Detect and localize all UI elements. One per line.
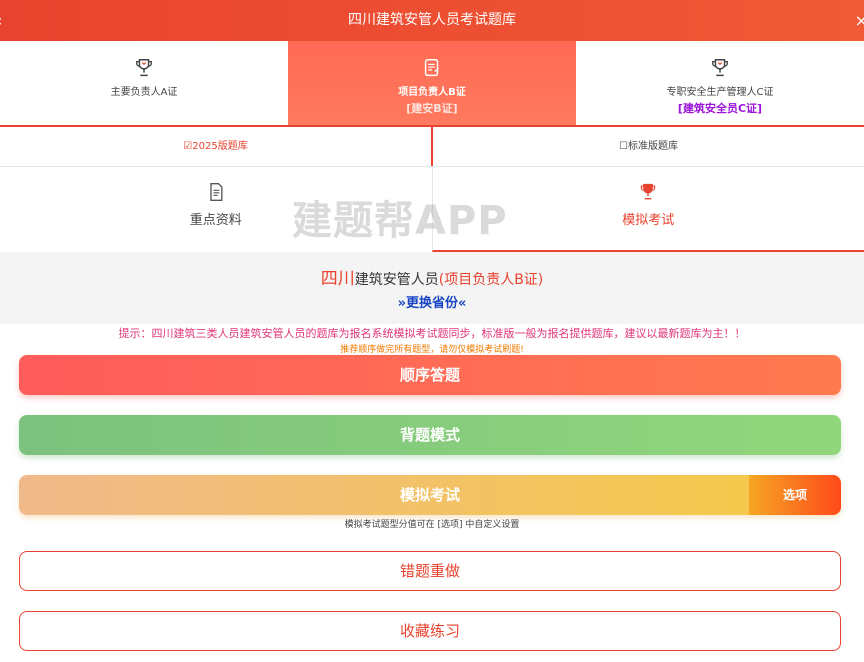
notice-text: 提示：四川建筑三类人员建筑安管人员的题库为报名系统模拟考试题同步，标准版一般为报…	[118, 327, 746, 340]
cert-name: 专职安全生产管理人C证	[666, 87, 774, 98]
app-header: ‹ 四川建筑安管人员考试题库 ×	[0, 0, 864, 41]
province-name: 四川	[320, 269, 355, 289]
document-icon	[210, 183, 223, 201]
trophy-icon	[136, 59, 152, 77]
tab-version-standard[interactable]: ☐标准版题库	[433, 127, 864, 166]
tab-cert-c[interactable]: 专职安全生产管理人C证 [建筑安全员C证]	[576, 41, 864, 125]
cert-tabs: 主要负责人A证 项目负责人B证 [建安B证] 专职安全生产管理人C证 [建筑安全…	[0, 41, 864, 127]
tab-cert-b[interactable]: 项目负责人B证 [建安B证]	[288, 41, 576, 125]
exam-note: 模拟考试题型分值可在 [选项] 中自定义设置	[344, 520, 520, 530]
document-edit-icon	[424, 59, 439, 77]
tab-cert-a[interactable]: 主要负责人A证	[0, 41, 288, 125]
mock-exam-button[interactable]: 模拟考试 选项	[19, 475, 841, 515]
back-icon[interactable]: ‹	[0, 0, 2, 41]
region-title: 四川建筑安管人员(项目负责人B证)	[0, 264, 864, 289]
switch-province-link[interactable]: »更换省份«	[398, 292, 467, 311]
cert-name: 主要负责人A证	[110, 87, 178, 98]
recite-mode-button[interactable]: 背题模式	[19, 415, 841, 455]
cert-name: 项目负责人B证	[398, 87, 466, 98]
favorites-practice-button[interactable]: 收藏练习	[19, 611, 841, 651]
tab-mock-exam[interactable]: 模拟考试	[431, 167, 864, 252]
trophy-icon	[712, 59, 728, 77]
feature-label: 重点资料	[189, 213, 242, 228]
feature-tabs: 重点资料 模拟考试	[0, 167, 864, 252]
cert-sub: [建安B证]	[406, 102, 458, 115]
trophy-icon	[641, 183, 656, 200]
version-tabs: ☑2025版题库 ☐标准版题库	[0, 127, 864, 167]
tab-key-materials[interactable]: 重点资料	[0, 167, 432, 252]
role-name: 建筑安管人员	[354, 272, 439, 288]
mock-exam-label: 模拟考试	[399, 486, 460, 504]
tab-version-2025[interactable]: ☑2025版题库	[0, 127, 433, 166]
recommend-text: 推荐顺序做完所有题型，请勿仅模拟考试刷题!	[340, 345, 524, 355]
close-icon[interactable]: ×	[855, 0, 864, 41]
sequential-answer-button[interactable]: 顺序答题	[19, 355, 841, 395]
exam-options-button[interactable]: 选项	[749, 475, 841, 515]
region-panel: 四川建筑安管人员(项目负责人B证) »更换省份«	[0, 252, 864, 324]
cert-sub: [建筑安全员C证]	[677, 102, 763, 115]
region-cert: (项目负责人B证)	[438, 272, 544, 288]
feature-label: 模拟考试	[622, 213, 675, 228]
page-title: 四川建筑安管人员考试题库	[348, 12, 516, 28]
redo-wrong-button[interactable]: 错题重做	[19, 551, 841, 591]
